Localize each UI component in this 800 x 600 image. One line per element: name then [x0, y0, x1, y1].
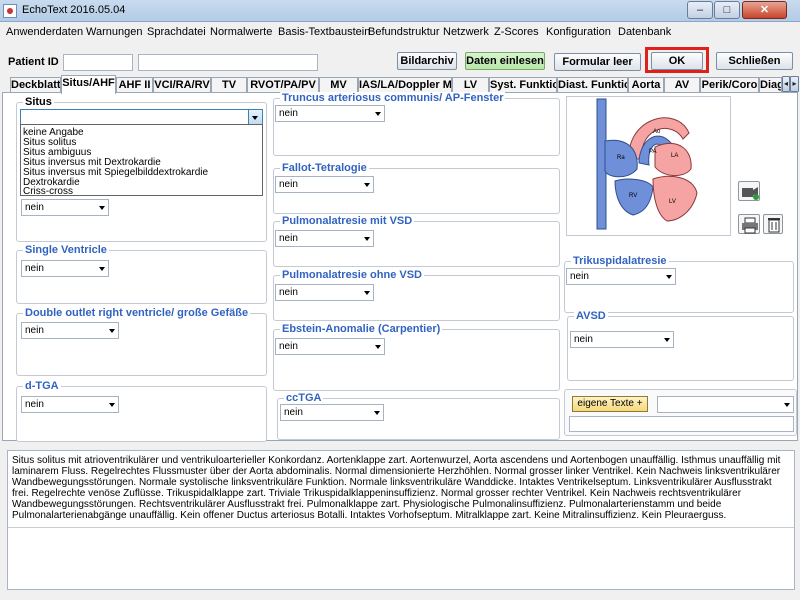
tab-strip: Deckblatt Situs/AHF AHF II VCI/RA/RV TV …	[0, 75, 800, 94]
report-textarea[interactable]: Situs solitus mit atrioventrikulärer und…	[7, 450, 795, 590]
avsd-select[interactable]: nein	[570, 331, 674, 348]
tab-perik-coro[interactable]: Perik/Coro	[700, 77, 759, 93]
video-camera-icon[interactable]	[738, 181, 760, 201]
trikuspidal-title: Trikuspidalatresie	[571, 255, 669, 267]
menu-anwenderdaten[interactable]: Anwenderdaten	[6, 26, 83, 38]
cctga-select[interactable]: nein	[280, 404, 384, 421]
heart-diagram-graphic: Ao PA LA Ra RV LV	[596, 98, 698, 230]
ok-highlight-outline	[645, 47, 709, 73]
fallot-select[interactable]: nein	[275, 176, 374, 193]
situs-label: Situs	[23, 96, 54, 108]
tab-scroll-left[interactable]: ◂	[782, 76, 790, 92]
window-title: EchoText 2016.05.04	[22, 4, 126, 16]
report-text: Situs solitus mit atrioventrikulärer und…	[12, 455, 781, 521]
heart-label-ao: Ao	[653, 129, 661, 135]
tab-aorta[interactable]: Aorta	[628, 77, 664, 93]
ebstein-select[interactable]: nein	[275, 338, 385, 355]
pa-vsd-title: Pulmonalatresie mit VSD	[280, 215, 415, 227]
heart-label-la: LA	[671, 153, 678, 159]
tab-deckblatt[interactable]: Deckblatt	[10, 77, 61, 93]
eigene-texte-select[interactable]	[657, 396, 794, 413]
menu-befundstruktur[interactable]: Befundstruktur	[368, 26, 440, 38]
ebstein-title: Ebstein-Anomalie (Carpentier)	[280, 323, 443, 335]
tab-mv[interactable]: MV	[319, 77, 358, 93]
dtga-group: d-TGA	[16, 380, 267, 442]
menu-warnungen[interactable]: Warnungen	[86, 26, 142, 38]
menu-bar: Anwenderdaten Warnungen Sprachdatei Norm…	[0, 22, 800, 42]
dorv-title: Double outlet right ventricle/ große Gef…	[23, 307, 251, 319]
tab-situs-ahf[interactable]: Situs/AHF	[61, 75, 116, 94]
tab-vci-ra-rv[interactable]: VCI/RA/RV	[153, 77, 211, 93]
situs-option[interactable]: Criss-cross	[23, 186, 73, 197]
menu-sprachdatei[interactable]: Sprachdatei	[147, 26, 206, 38]
menu-normalwerte[interactable]: Normalwerte	[210, 26, 272, 38]
single-ventricle-title: Single Ventricle	[23, 244, 109, 256]
eigene-texte-input[interactable]	[569, 416, 794, 432]
pa-vsd-select[interactable]: nein	[275, 230, 374, 247]
pa-ivs-title: Pulmonalatresie ohne VSD	[280, 269, 424, 281]
tab-ahf-ii[interactable]: AHF II	[116, 77, 153, 93]
truncus-title: Truncus arteriosus communis/ AP-Fenster	[280, 92, 506, 104]
trash-icon[interactable]	[763, 214, 783, 234]
menu-z-scores[interactable]: Z-Scores	[494, 26, 539, 38]
tab-diag[interactable]: Diag	[759, 77, 782, 93]
menu-konfiguration[interactable]: Konfiguration	[546, 26, 611, 38]
daten-einlesen-button[interactable]: Daten einlesen	[465, 52, 545, 70]
heart-label-pa: PA	[649, 149, 657, 155]
trikuspidal-select[interactable]: nein	[566, 268, 676, 285]
dtga-select[interactable]: nein	[21, 396, 119, 413]
tab-rvot-pa-pv[interactable]: RVOT/PA/PV	[247, 77, 319, 93]
heart-label-rv: RV	[629, 193, 637, 199]
cctga-title: ccTGA	[284, 392, 324, 404]
avsd-title: AVSD	[574, 310, 608, 322]
menu-netzwerk[interactable]: Netzwerk	[443, 26, 489, 38]
chevron-down-icon[interactable]	[248, 110, 262, 125]
patient-name-input[interactable]	[138, 54, 318, 71]
formular-leer-button[interactable]: Formular leer	[554, 53, 641, 71]
menu-basis-textbaustein[interactable]: Basis-Textbaustein	[278, 26, 370, 38]
dtga-title: d-TGA	[23, 380, 61, 392]
heart-diagram: Ao PA LA Ra RV LV	[566, 96, 731, 236]
fallot-title: Fallot-Tetralogie	[280, 162, 369, 174]
patient-id-input[interactable]	[63, 54, 133, 71]
textarea-divider	[8, 527, 794, 528]
single-ventricle-group: Single Ventricle	[16, 244, 267, 304]
tab-diast-funktion[interactable]: Diast. Funktion	[557, 77, 628, 93]
printer-icon[interactable]	[738, 214, 760, 234]
bildarchiv-button[interactable]: Bildarchiv	[397, 52, 457, 70]
heart-label-ra: Ra	[617, 155, 625, 161]
maximize-button[interactable]: □	[714, 1, 740, 19]
app-icon	[3, 4, 17, 18]
tab-av[interactable]: AV	[664, 77, 700, 93]
tab-ias-la-doppler-mv[interactable]: IAS/LA/Doppler MV	[358, 77, 452, 93]
dorv-select[interactable]: nein	[21, 322, 119, 339]
tab-scroll-right[interactable]: ▸	[790, 76, 799, 92]
truncus-select[interactable]: nein	[275, 105, 385, 122]
situs-dropdown-list: keine Angabe Situs solitus Situs ambiguu…	[20, 124, 263, 197]
tab-lv[interactable]: LV	[452, 77, 489, 93]
hidden-group-select[interactable]: nein	[21, 199, 109, 216]
pa-ivs-select[interactable]: nein	[275, 284, 374, 301]
close-button[interactable]: ✕	[742, 1, 787, 19]
eigene-texte-button[interactable]: eigene Texte +	[572, 396, 648, 412]
tab-syst-funktion[interactable]: Syst. Funktion	[489, 77, 557, 93]
single-ventricle-select[interactable]: nein	[21, 260, 109, 277]
avsd-group: AVSD	[567, 310, 794, 381]
schliessen-button[interactable]: Schließen	[716, 52, 793, 70]
patient-id-label: Patient ID	[8, 56, 59, 68]
tab-tv[interactable]: TV	[211, 77, 247, 93]
minimize-button[interactable]: –	[687, 1, 713, 19]
menu-datenbank[interactable]: Datenbank	[618, 26, 671, 38]
heart-label-lv: LV	[669, 199, 676, 205]
title-bar: EchoText 2016.05.04 – □ ✕	[0, 0, 800, 22]
